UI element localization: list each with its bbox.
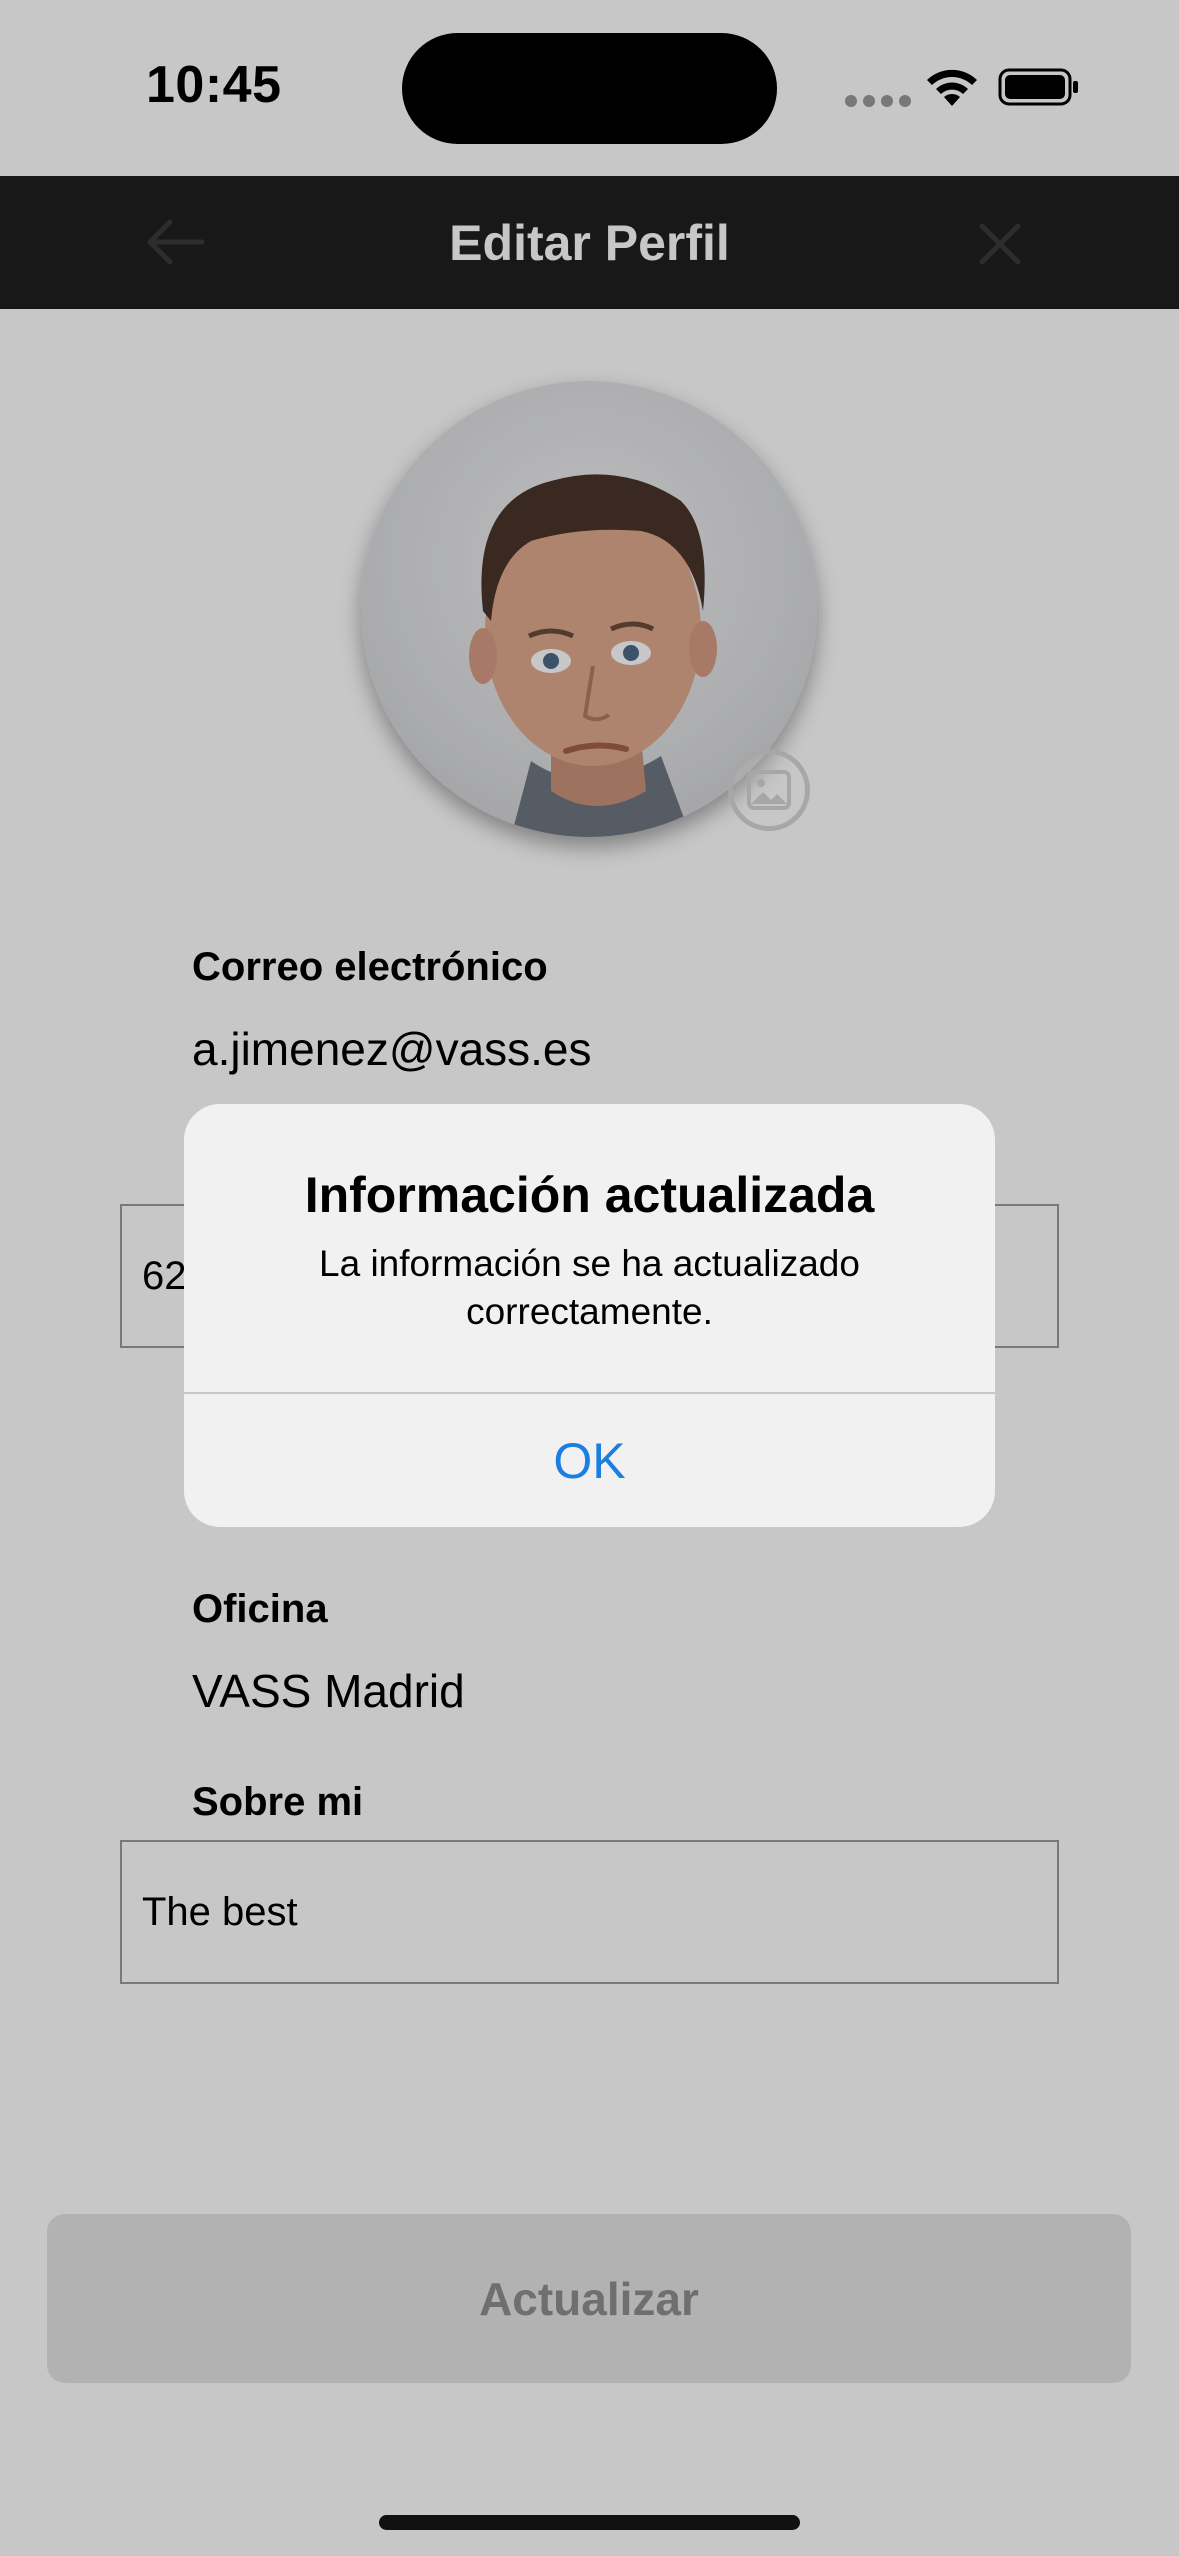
alert-message: La información se ha actualizado correct… bbox=[319, 1243, 860, 1332]
edit-profile-screen: 10:45 Editar Perfil Correo electrónico a… bbox=[0, 0, 1179, 2556]
alert-title: Información actualizada bbox=[304, 1167, 875, 1223]
alert-ok-button[interactable]: OK bbox=[184, 1394, 995, 1527]
alert-dialog: Información actualizada La información s… bbox=[184, 1104, 995, 1527]
home-indicator[interactable] bbox=[379, 2515, 800, 2530]
